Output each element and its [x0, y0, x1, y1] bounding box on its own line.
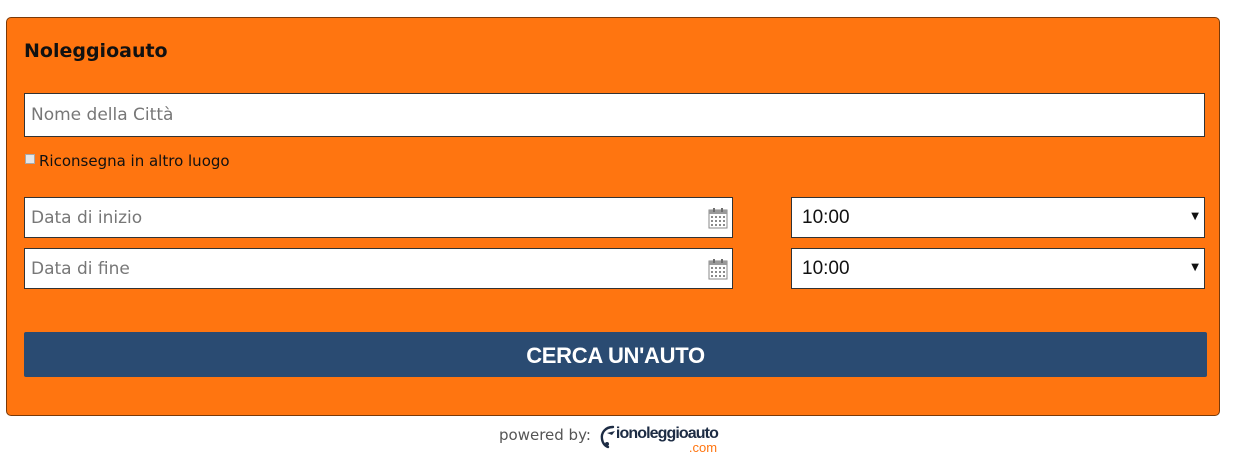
end-date-field[interactable]	[24, 248, 733, 289]
city-field[interactable]	[24, 93, 1205, 137]
powered-by-label: powered by:	[499, 426, 591, 444]
end-time-value: 10:00	[802, 258, 850, 279]
start-time-value: 10:00	[802, 207, 850, 228]
return-elsewhere-option[interactable]: Riconsegna in altro luogo	[25, 151, 230, 171]
start-date-field[interactable]	[24, 197, 733, 238]
return-elsewhere-checkbox[interactable]	[25, 154, 35, 164]
start-date-input[interactable]	[25, 198, 732, 237]
end-time-select[interactable]: 10:00 ▼	[791, 248, 1205, 289]
widget-title: Noleggioauto	[24, 40, 168, 62]
end-date-input[interactable]	[25, 249, 732, 288]
calendar-icon[interactable]	[708, 258, 728, 280]
ionoleggioauto-logo[interactable]: ionoleggioauto .com	[599, 422, 729, 456]
caret-down-icon[interactable]: ▼	[1191, 198, 1199, 235]
car-rental-search-widget: Noleggioauto Riconsegna in altro luogo 1…	[6, 17, 1220, 416]
calendar-icon[interactable]	[708, 207, 728, 229]
return-elsewhere-label[interactable]: Riconsegna in altro luogo	[39, 152, 230, 170]
search-car-button[interactable]: CERCA UN'AUTO	[24, 332, 1207, 377]
city-input[interactable]	[25, 94, 1204, 136]
powered-by-footer: powered by: ionoleggioauto .com	[499, 422, 729, 458]
caret-down-icon[interactable]: ▼	[1191, 249, 1199, 286]
logo-domain: .com	[688, 440, 718, 455]
start-time-select[interactable]: 10:00 ▼	[791, 197, 1205, 238]
